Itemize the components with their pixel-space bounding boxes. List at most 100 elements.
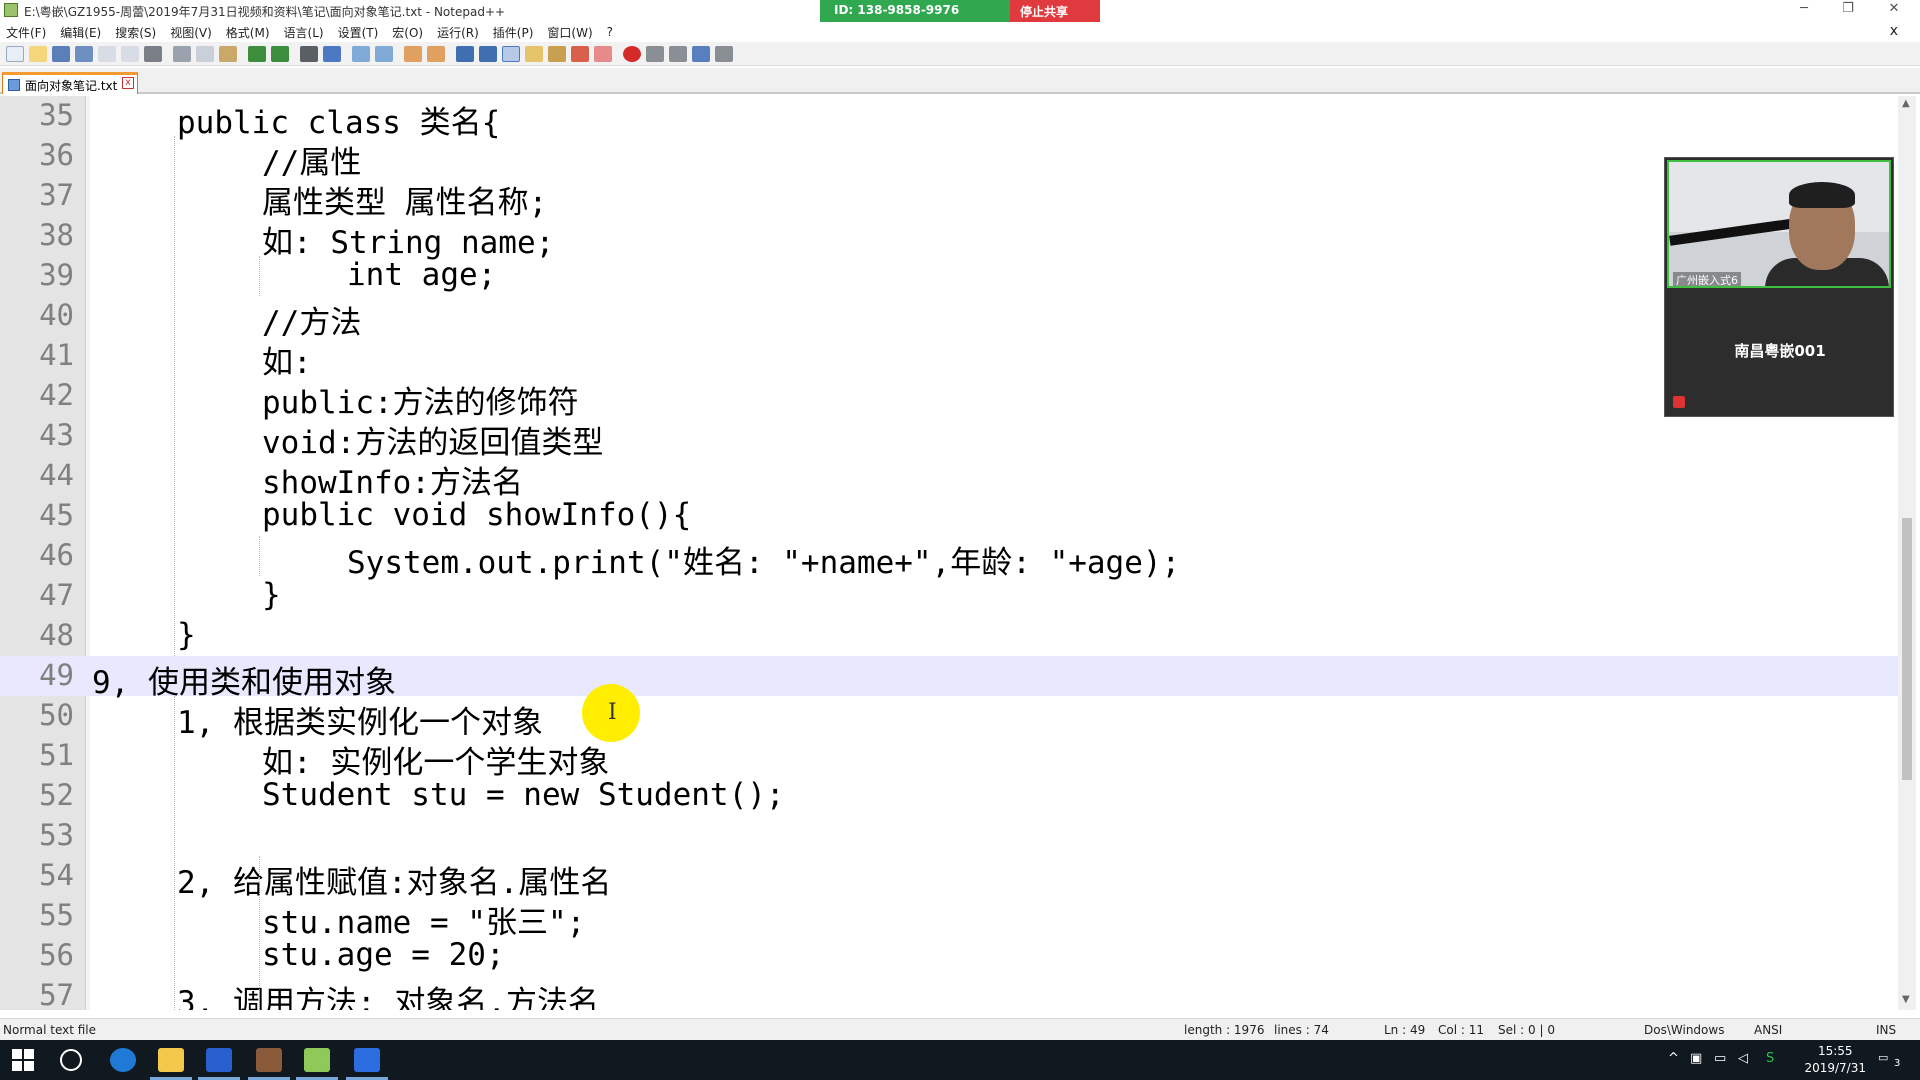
editor-line[interactable]: 45 public void showInfo(){ (0, 496, 1900, 536)
file-explorer-icon[interactable] (158, 1048, 184, 1072)
wechat-work-icon[interactable] (354, 1048, 380, 1072)
status-bar: Normal text file length : 1976 lines : 7… (0, 1018, 1920, 1040)
menu-window[interactable]: 窗口(W) (547, 24, 592, 41)
function-list-icon[interactable] (571, 45, 589, 62)
zoom-in-icon[interactable] (352, 45, 370, 62)
menu-edit[interactable]: 编辑(E) (60, 24, 101, 41)
menu-search[interactable]: 搜索(S) (115, 24, 156, 41)
show-all-chars-icon[interactable] (479, 45, 497, 62)
notification-center-icon[interactable]: ▭ (1878, 1051, 1888, 1064)
paste-icon[interactable] (219, 45, 237, 62)
restore-button[interactable]: ❐ (1828, 1, 1868, 21)
editor-line[interactable]: 56 stu.age = 20; (0, 936, 1900, 976)
find-icon[interactable] (300, 45, 318, 62)
tray-app-icon[interactable]: S (1766, 1051, 1774, 1066)
editor-line[interactable]: 52 Student stu = new Student(); (0, 776, 1900, 816)
sync-horizontal-icon[interactable] (427, 45, 445, 62)
save-macro-icon[interactable] (715, 45, 733, 62)
editor-line[interactable]: 39 int age; (0, 256, 1900, 296)
indent-guide-icon[interactable] (502, 45, 520, 62)
open-file-icon[interactable] (29, 45, 47, 62)
tab-document[interactable]: 面向对象笔记.txt x (2, 72, 138, 94)
menu-help[interactable]: ? (607, 25, 613, 39)
editor-line[interactable]: 44 showInfo:方法名 (0, 456, 1900, 501)
editor-line[interactable]: 47} (0, 576, 1900, 616)
undo-icon[interactable] (248, 45, 266, 62)
editor-area[interactable]: 35 public class 类名{36//属性 37 属性类型 属性名称; 38 如:… (0, 96, 1920, 1010)
scroll-up-icon[interactable]: ▲ (1902, 98, 1910, 109)
windows-start-icon[interactable] (12, 1049, 34, 1071)
close-button[interactable]: ✕ (1874, 1, 1914, 21)
menu-settings[interactable]: 设置(T) (338, 24, 379, 41)
editor-line[interactable]: 35 public class 类名{ (0, 96, 1900, 141)
record-macro-icon[interactable] (623, 45, 641, 62)
editor-line[interactable]: 53 (0, 816, 1900, 856)
status-sel: Sel : 0 | 0 (1498, 1023, 1555, 1037)
new-file-icon[interactable] (6, 45, 24, 62)
editor-line[interactable]: 54 2, 给属性赋值:对象名.属性名 (0, 856, 1900, 901)
folder-workspace-icon[interactable] (594, 45, 612, 62)
user-language-icon[interactable] (525, 45, 543, 62)
editor-line[interactable]: 36//属性 (0, 136, 1900, 181)
cortana-search-icon[interactable] (60, 1049, 82, 1071)
sync-vertical-icon[interactable] (404, 45, 422, 62)
menu-run[interactable]: 运行(R) (437, 24, 479, 41)
print-icon[interactable] (144, 45, 162, 62)
tray-chevron-icon[interactable]: ^ (1668, 1051, 1679, 1066)
word-wrap-icon[interactable] (456, 45, 474, 62)
editor-line[interactable]: 37 属性类型 属性名称; (0, 176, 1900, 221)
editor-line[interactable]: 38 如: String name; (0, 216, 1900, 261)
participant-name: 南昌粤嵌001 (1734, 342, 1826, 360)
editor-line[interactable]: 57 3, 调用方法: 对象名.方法名 (0, 976, 1900, 1010)
close-document-x[interactable]: x (1890, 23, 1898, 39)
editor-line[interactable]: 42 public:方法的修饰符 (0, 376, 1900, 421)
menu-language[interactable]: 语言(L) (284, 24, 324, 41)
zoom-out-icon[interactable] (375, 45, 393, 62)
editor-line[interactable]: 55 stu.name = "张三"; (0, 896, 1900, 941)
minimize-button[interactable]: ─ (1784, 1, 1824, 21)
taskbar-clock[interactable]: 15:55 2019/7/31 (1804, 1043, 1866, 1077)
save-all-icon[interactable] (75, 45, 93, 62)
close-file-icon[interactable] (98, 45, 116, 62)
redo-icon[interactable] (271, 45, 289, 62)
menu-view[interactable]: 视图(V) (170, 24, 212, 41)
stop-share-button[interactable]: 停止共享 (1010, 0, 1100, 22)
scrollbar-thumb[interactable] (1902, 518, 1912, 780)
webcam-feed: 广州嵌入式6 (1667, 160, 1891, 288)
editor-line[interactable]: 43 void:方法的返回值类型 (0, 416, 1900, 461)
video-call-panel[interactable]: 广州嵌入式6 南昌粤嵌001 (1664, 157, 1894, 417)
tab-close-icon[interactable]: x (122, 77, 134, 89)
stop-recording-icon[interactable] (646, 45, 664, 62)
run-macro-multiple-icon[interactable] (692, 45, 710, 62)
network-icon[interactable]: ▭ (1714, 1051, 1726, 1066)
save-icon[interactable] (52, 45, 70, 62)
editor-line[interactable]: 48} (0, 616, 1900, 656)
tray-display-icon[interactable]: ▣ (1690, 1051, 1702, 1066)
menu-file[interactable]: 文件(F) (6, 24, 46, 41)
editor-line[interactable]: 51 如: 实例化一个学生对象 (0, 736, 1900, 781)
notepadpp-taskbar-icon[interactable] (304, 1048, 330, 1072)
u-app-icon[interactable] (206, 1048, 232, 1072)
edge-browser-icon[interactable] (110, 1048, 136, 1072)
editor-line[interactable]: 49 9, 使用类和使用对象 (0, 656, 1900, 701)
cut-icon[interactable] (173, 45, 191, 62)
close-all-icon[interactable] (121, 45, 139, 62)
menu-plugins[interactable]: 插件(P) (493, 24, 534, 41)
line-number: 46 (39, 538, 74, 572)
toolbar (0, 42, 1920, 66)
volume-icon[interactable]: ◁ (1738, 1051, 1748, 1066)
scroll-down-icon[interactable]: ▼ (1902, 994, 1910, 1005)
winrar-icon[interactable] (256, 1048, 282, 1072)
editor-line[interactable]: 41 如: (0, 336, 1900, 381)
indent-guide (174, 136, 175, 656)
copy-icon[interactable] (196, 45, 214, 62)
menu-macro[interactable]: 宏(O) (392, 24, 423, 41)
doc-map-icon[interactable] (548, 45, 566, 62)
vertical-scrollbar[interactable]: ▲ ▼ (1898, 96, 1916, 1010)
menu-format[interactable]: 格式(M) (226, 24, 270, 41)
replace-icon[interactable] (323, 45, 341, 62)
editor-line[interactable]: 40//方法 (0, 296, 1900, 341)
editor-line[interactable]: 46 System.out.print("姓名: "+name+",年龄: "+a… (0, 536, 1900, 581)
playback-macro-icon[interactable] (669, 45, 687, 62)
editor-line[interactable]: 50 1, 根据类实例化一个对象 (0, 696, 1900, 741)
